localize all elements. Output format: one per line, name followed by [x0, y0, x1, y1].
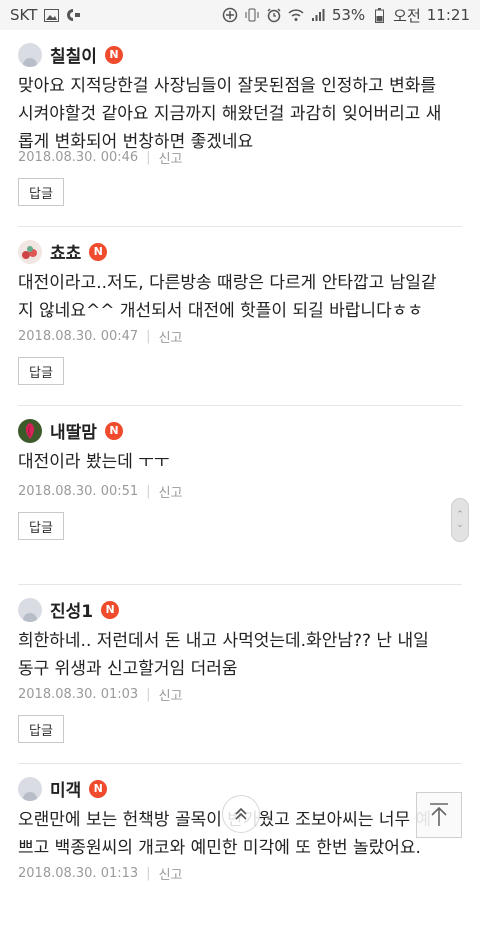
comment-text: 희한하네.. 저런데서 돈 내고 사먹엇는데.화안남?? 난 내일 동구 위생과… — [18, 631, 429, 679]
comment-item: 칠칠이 N 맞아요 지적당한걸 사장님들이 잘못된점을 인정하고 변화를 시켜야… — [18, 30, 462, 227]
comment-date: 2018.08.30. 00:51 — [18, 484, 139, 499]
vibrate-icon — [244, 7, 260, 23]
data-saver-icon — [222, 7, 238, 23]
comment-header: 미객 N — [18, 776, 108, 801]
arrow-to-top-icon — [430, 803, 448, 826]
comment-header: 진성1 N — [18, 597, 120, 622]
avatar[interactable] — [18, 239, 42, 264]
new-badge: N — [104, 45, 123, 64]
comment-date: 2018.08.30. 01:03 — [18, 687, 139, 702]
comment-username[interactable]: 미객 — [50, 776, 81, 801]
new-badge: N — [104, 421, 123, 440]
status-right: 53% 오전 11:21 — [222, 5, 470, 26]
status-left: SKT — [10, 6, 81, 24]
comment-item: 미객 N 오랜만에 보는 헌책방 골목이 반가웠고 조보아씨는 너무 예 쁘고 … — [18, 764, 462, 943]
comment-item: 내딸맘 N 대전이라 봤는데 ㅜㅜ 2018.08.30. 00:51 | 신고… — [18, 406, 462, 585]
reply-button[interactable]: 답글 — [18, 715, 64, 743]
alarm-icon — [266, 7, 282, 23]
signal-icon — [310, 7, 326, 23]
comment-meta: 2018.08.30. 01:03 | 신고 — [18, 685, 183, 704]
report-link[interactable]: 신고 — [159, 685, 183, 704]
chevron-up-icon: ⌃ — [456, 510, 464, 520]
avatar[interactable] — [18, 597, 42, 622]
report-link[interactable]: 신고 — [159, 148, 183, 167]
report-link[interactable]: 신고 — [159, 482, 183, 501]
carrier-label: SKT — [10, 6, 38, 24]
comment-meta: 2018.08.30. 00:46 | 신고 — [18, 148, 183, 167]
comment-meta: 2018.08.30. 00:51 | 신고 — [18, 482, 183, 501]
comment-username[interactable]: 칠칠이 — [50, 42, 97, 67]
gallery-icon — [43, 7, 59, 23]
status-bar: SKT 53% 오전 11:21 — [0, 0, 480, 30]
app-notification-icon — [65, 7, 81, 23]
comment-header: 칠칠이 N — [18, 42, 123, 67]
scroll-to-top-button[interactable] — [416, 792, 462, 838]
reply-button[interactable]: 답글 — [18, 178, 64, 206]
fast-scroll-handle[interactable]: ⌃ ⌄ — [451, 498, 469, 542]
report-link[interactable]: 신고 — [159, 327, 183, 346]
comment-header: 내딸맘 N — [18, 418, 123, 443]
comment-item: 쵸쵸 N 대전이라고..저도, 다른방송 때랑은 다르게 안타깝고 남일같 지 … — [18, 227, 462, 406]
comment-date: 2018.08.30. 01:13 — [18, 866, 139, 881]
comment-username[interactable]: 쵸쵸 — [50, 239, 81, 264]
comment-item: 진성1 N 희한하네.. 저런데서 돈 내고 사먹엇는데.화안남?? 난 내일 … — [18, 585, 462, 764]
report-link[interactable]: 신고 — [159, 864, 183, 883]
collapse-up-button[interactable] — [222, 795, 260, 833]
comment-text: 맞아요 지적당한걸 사장님들이 잘못된점을 인정하고 변화를 시켜야할것 같아요… — [18, 76, 442, 152]
reply-button[interactable]: 답글 — [18, 512, 64, 540]
new-badge: N — [101, 600, 120, 619]
avatar[interactable] — [18, 42, 42, 67]
comment-text: 대전이라고..저도, 다른방송 때랑은 다르게 안타깝고 남일같 지 않네요^^… — [18, 273, 437, 321]
new-badge: N — [89, 242, 108, 261]
comment-header: 쵸쵸 N — [18, 239, 108, 264]
double-chevron-up-icon — [235, 807, 247, 820]
comment-text: 대전이라 봤는데 ㅜㅜ — [18, 452, 170, 472]
battery-icon — [371, 7, 387, 23]
new-badge: N — [89, 779, 108, 798]
clock-ampm: 오전 — [393, 6, 421, 25]
wifi-icon — [288, 7, 304, 23]
comment-username[interactable]: 진성1 — [50, 597, 93, 622]
chevron-down-icon: ⌄ — [456, 520, 464, 530]
battery-percent: 53% — [331, 6, 366, 24]
comment-meta: 2018.08.30. 01:13 | 신고 — [18, 864, 183, 883]
clock-time: 11:21 — [426, 6, 470, 24]
comment-date: 2018.08.30. 00:47 — [18, 329, 139, 344]
reply-button[interactable]: 답글 — [18, 357, 64, 385]
avatar[interactable] — [18, 776, 42, 801]
comment-meta: 2018.08.30. 00:47 | 신고 — [18, 327, 183, 346]
comment-date: 2018.08.30. 00:46 — [18, 150, 139, 165]
comment-username[interactable]: 내딸맘 — [50, 418, 97, 443]
avatar[interactable] — [18, 418, 42, 443]
